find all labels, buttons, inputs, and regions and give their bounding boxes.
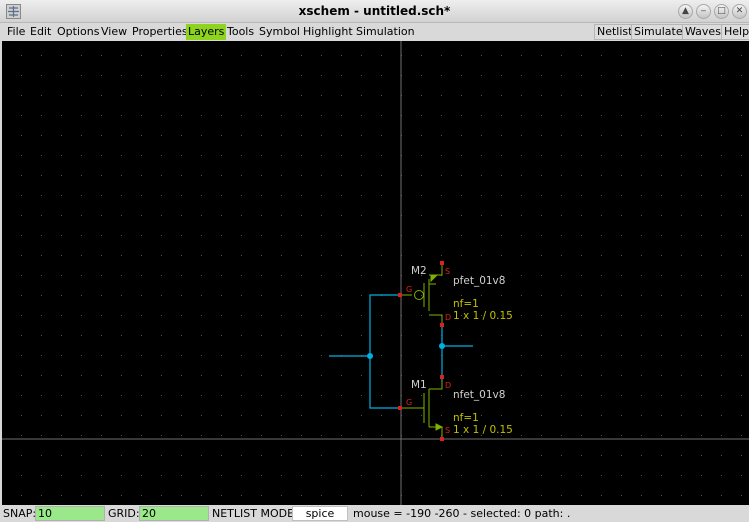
snap-label: SNAP:: [3, 507, 37, 520]
status-bar: SNAP: 10 GRID: 20 NETLIST MODE: spice mo…: [0, 505, 749, 522]
m2-model-label: pfet_01v8: [453, 275, 505, 287]
output-junction: [439, 343, 445, 349]
input-junction: [367, 353, 373, 359]
m2-drain-pin[interactable]: [440, 323, 444, 327]
grid-label: GRID:: [108, 507, 140, 520]
m2-source-label: S: [445, 267, 450, 276]
schematic-canvas[interactable]: G S D G D S M2 pfet_01v8 M1 nfet_01v8 nf…: [2, 41, 749, 505]
menu-tools[interactable]: Tools: [225, 24, 256, 40]
m2-drain-label: D: [445, 313, 451, 322]
m2-gate-pin[interactable]: [398, 293, 402, 297]
menu-view[interactable]: View: [99, 24, 129, 40]
waves-button[interactable]: Waves: [682, 24, 724, 40]
m1-size-label: 1 x 1 / 0.15: [453, 424, 513, 436]
close-icon[interactable]: ✕: [732, 4, 747, 19]
schematic-drawing: G S D G D S M2 pfet_01v8 M1 nfet_01v8 nf…: [2, 41, 749, 505]
m2-gate-label: G: [406, 285, 412, 294]
m2-size-label: 1 x 1 / 0.15: [453, 310, 513, 322]
gate-wire[interactable]: [369, 294, 400, 409]
netlist-mode-field[interactable]: spice: [292, 506, 348, 521]
grid-dots: [21, 55, 742, 496]
m1-drain-label: D: [445, 381, 451, 390]
netlist-button[interactable]: Netlist: [594, 24, 636, 40]
minimize-icon[interactable]: ‒: [696, 4, 711, 19]
snap-field[interactable]: 10: [35, 506, 105, 521]
m1-gate-pin[interactable]: [398, 406, 402, 410]
m2-ref-label: M2: [411, 265, 427, 277]
m1-model-label: nfet_01v8: [453, 389, 505, 401]
m1-source-label: S: [445, 426, 450, 435]
menu-bar: File Edit Options View Properties Layers…: [0, 23, 749, 41]
up-icon[interactable]: ▲: [678, 4, 693, 19]
m2-source-pin[interactable]: [440, 261, 444, 265]
grid-field[interactable]: 20: [139, 506, 209, 521]
menu-simulation[interactable]: Simulation: [354, 24, 417, 40]
menu-symbol[interactable]: Symbol: [257, 24, 302, 40]
menu-layers[interactable]: Layers: [186, 24, 227, 40]
title-bar: xschem - untitled.sch* ▲ ‒ □ ✕: [0, 0, 749, 23]
m2-nf-label: nf=1: [453, 298, 479, 310]
m1-drain-pin[interactable]: [440, 375, 444, 379]
m1-ref-label: M1: [411, 379, 427, 391]
menu-properties[interactable]: Properties: [130, 24, 190, 40]
netlist-mode-label: NETLIST MODE:: [212, 507, 298, 520]
menu-options[interactable]: Options: [55, 24, 101, 40]
m1-gate-label: G: [406, 398, 412, 407]
simulate-button[interactable]: Simulate: [631, 24, 686, 40]
menu-file[interactable]: File: [5, 24, 27, 40]
menu-highlight[interactable]: Highlight: [301, 24, 355, 40]
window-title: xschem - untitled.sch*: [298, 4, 451, 18]
menu-edit[interactable]: Edit: [28, 24, 53, 40]
m1-nf-label: nf=1: [453, 412, 479, 424]
maximize-icon[interactable]: □: [714, 4, 729, 19]
status-info: mouse = -190 -260 - selected: 0 path: .: [353, 507, 571, 520]
help-button[interactable]: Help: [721, 24, 749, 40]
m1-source-pin[interactable]: [440, 437, 444, 441]
